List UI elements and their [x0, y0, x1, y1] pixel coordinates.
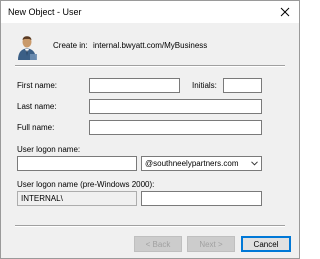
cancel-button[interactable]: Cancel — [241, 236, 291, 252]
logon-name-input[interactable] — [17, 156, 137, 171]
pre-windows-label: User logon name (pre-Windows 2000): — [17, 180, 155, 189]
create-in-path: internal.bwyatt.com/MyBusiness — [93, 41, 208, 50]
domain-suffix-dropdown[interactable]: @southneelypartners.com — [141, 156, 262, 171]
window-title: New Object - User — [8, 7, 82, 17]
logon-name-label: User logon name: — [17, 145, 81, 154]
chevron-down-icon — [251, 161, 258, 166]
dialog-body: Create in: internal.bwyatt.com/MyBusines… — [1, 23, 299, 258]
close-icon — [280, 7, 290, 17]
separator-top — [15, 65, 285, 67]
title-bar[interactable]: New Object - User — [1, 1, 299, 23]
separator-bottom — [15, 225, 285, 227]
close-button[interactable] — [274, 3, 296, 21]
pre-windows-domain-field: INTERNAL\ — [17, 191, 137, 206]
full-name-input[interactable] — [89, 120, 262, 135]
initials-input[interactable] — [223, 78, 262, 93]
first-name-label: First name: — [17, 81, 58, 90]
pre-windows-name-input[interactable] — [141, 191, 262, 206]
new-user-dialog: New Object - User Create in: internal.bw… — [0, 0, 300, 259]
create-in-label: Create in: — [53, 41, 88, 50]
last-name-label: Last name: — [17, 102, 57, 111]
full-name-label: Full name: — [17, 123, 55, 132]
initials-label: Initials: — [192, 81, 217, 90]
last-name-input[interactable] — [89, 99, 262, 114]
user-icon — [18, 36, 37, 60]
first-name-input[interactable] — [89, 78, 180, 93]
domain-suffix-value: @southneelypartners.com — [145, 159, 239, 168]
back-button[interactable]: < Back — [134, 236, 182, 252]
next-button[interactable]: Next > — [187, 236, 235, 252]
